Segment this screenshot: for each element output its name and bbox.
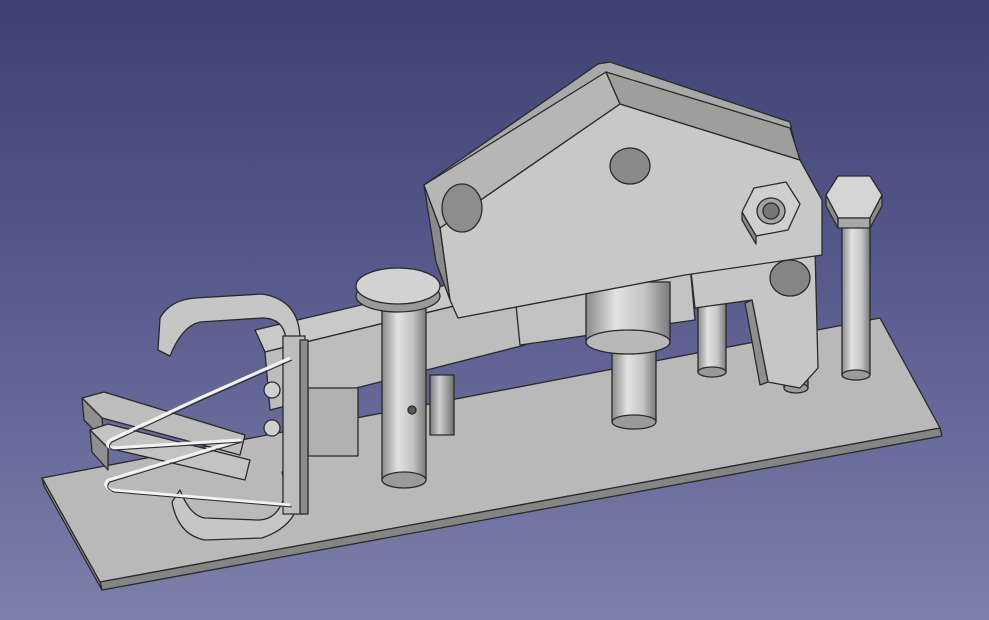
3d-viewport[interactable]	[0, 0, 989, 620]
model-view[interactable]	[0, 0, 989, 620]
